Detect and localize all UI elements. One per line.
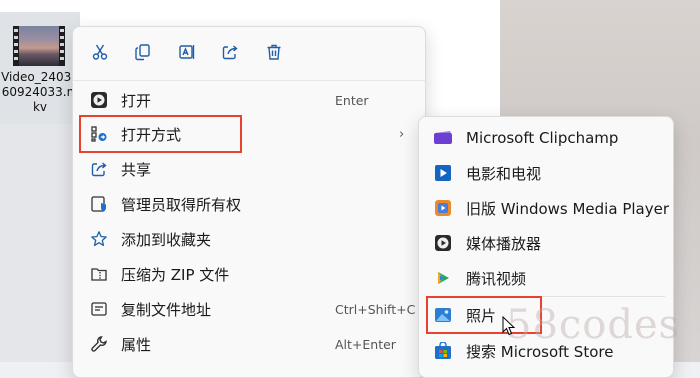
legacy-media-player-icon [433,198,453,218]
open-with-highlight [79,115,242,153]
submenu-item-legacy-wmp[interactable]: 旧版 Windows Media Player [423,191,669,225]
admin-ownership-icon [89,194,109,214]
rename-button[interactable] [172,37,202,67]
submenu-item-media-player[interactable]: 媒体播放器 [423,226,669,260]
chevron-right-icon: › [399,126,405,142]
selected-file[interactable]: Video_2403260924033.mkv [0,12,80,124]
wrench-icon [89,334,109,354]
store-icon [433,341,453,361]
menu-item-compress-zip[interactable]: 压缩为 ZIP 文件 [79,257,419,291]
toolbar-divider [73,80,425,81]
submenu-item-clipchamp[interactable]: Microsoft Clipchamp [423,121,669,155]
share-toolbar-button[interactable] [215,37,245,67]
context-menu: 打开 Enter 打开方式 › 共享 管理员取得所有权 添加到收藏夹 压缩为 Z… [72,26,426,378]
file-name: Video_2403260924033.mkv [1,70,79,114]
cut-button[interactable] [85,37,115,67]
menu-item-properties[interactable]: 属性 Alt+Enter [79,327,419,361]
tencent-video-icon [433,268,453,288]
copy-icon [135,44,150,61]
clipchamp-icon [433,128,453,148]
video-thumbnail-icon [13,26,65,66]
cut-icon [92,44,108,60]
submenu-item-movies-tv[interactable]: 电影和电视 [423,156,669,190]
copy-button[interactable] [128,37,158,67]
menu-item-share[interactable]: 共享 [79,152,419,186]
menu-item-open[interactable]: 打开 Enter [79,83,419,117]
menu-item-take-ownership[interactable]: 管理员取得所有权 [79,187,419,221]
menu-item-copy-path[interactable]: 复制文件地址 Ctrl+Shift+C [79,292,419,326]
media-player-icon [433,233,453,253]
mouse-pointer-icon [502,316,516,336]
context-toolbar [73,37,425,67]
movies-tv-icon [433,163,453,183]
media-play-icon [89,90,109,110]
copy-path-icon [89,299,109,319]
watermark: 58codes [506,302,681,348]
share-icon [222,45,238,60]
delete-button[interactable] [259,37,289,67]
zip-icon [89,264,109,284]
submenu-item-tencent-video[interactable]: 腾讯视频 [423,261,669,295]
rename-icon [179,45,195,59]
delete-icon [267,44,281,60]
star-icon [89,229,109,249]
share-icon [89,159,109,179]
menu-item-add-favorites[interactable]: 添加到收藏夹 [79,222,419,256]
